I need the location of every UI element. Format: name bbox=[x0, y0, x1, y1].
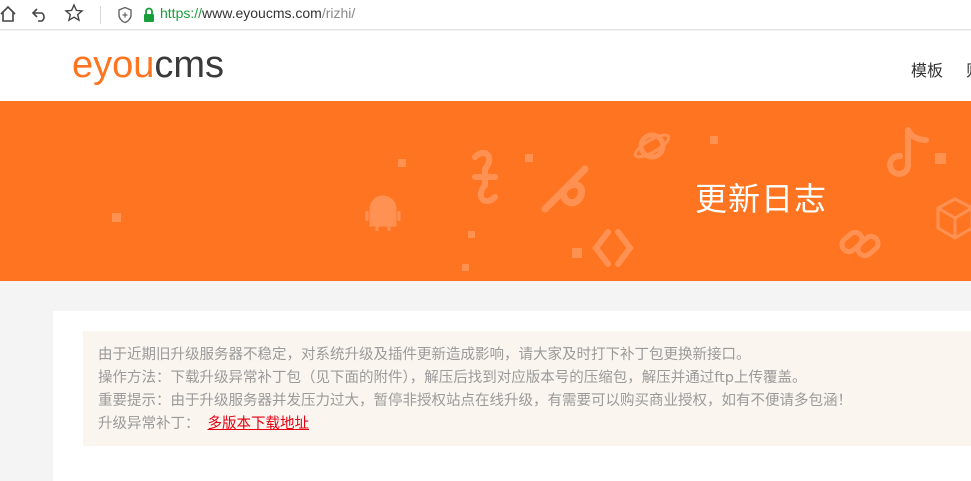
notice-line-1: 由于近期旧升级服务器不稳定，对系统升级及插件更新造成影响，请大家及时打下补丁包更… bbox=[98, 347, 751, 363]
patch-download-link[interactable]: 多版本下载地址 bbox=[208, 416, 310, 432]
decorative-square bbox=[398, 159, 406, 167]
decorative-music-note-icon bbox=[887, 127, 929, 177]
decorative-link-icon bbox=[472, 149, 498, 205]
decorative-chain-icon bbox=[839, 229, 881, 259]
address-bar-url[interactable]: https://www.eyoucms.com/rizhi/ bbox=[160, 5, 355, 21]
home-icon[interactable] bbox=[0, 4, 18, 24]
patch-label: 升级异常补丁： bbox=[98, 416, 200, 432]
browser-toolbar: https://www.eyoucms.com/rizhi/ bbox=[0, 0, 971, 30]
nav-item-clipped[interactable]: 则 bbox=[966, 57, 971, 81]
decorative-chevrons-icon bbox=[592, 229, 634, 267]
decorative-square bbox=[468, 231, 475, 238]
url-scheme: https:// bbox=[160, 5, 203, 21]
url-host: www.eyoucms.com bbox=[202, 5, 322, 21]
decorative-square bbox=[935, 153, 946, 164]
toolbar-divider bbox=[100, 6, 101, 24]
logo-part-eyou: eyou bbox=[72, 44, 155, 86]
decorative-square bbox=[710, 136, 718, 144]
eyoucms-logo[interactable]: eyoucms bbox=[72, 45, 224, 85]
notice-line-2: 操作方法：下载升级异常补丁包（见下面的附件），解压后找到对应版本号的压缩包，解压… bbox=[98, 370, 807, 386]
page-banner: 更新日志 bbox=[0, 101, 971, 281]
nav-item-template[interactable]: 模板 bbox=[911, 57, 943, 81]
site-header: eyoucms 模板 则 bbox=[0, 31, 971, 101]
decorative-square bbox=[525, 154, 533, 162]
decorative-square bbox=[112, 213, 121, 222]
decorative-square bbox=[572, 248, 582, 258]
decorative-planet-icon bbox=[633, 132, 671, 160]
decorative-square bbox=[462, 264, 469, 271]
notice-line-3: 重要提示：由于升级服务器并发压力过大，暂停非授权站点在线升级，有需要可以购买商业… bbox=[98, 393, 852, 409]
update-notice: 由于近期旧升级服务器不稳定，对系统升级及插件更新造成影响，请大家及时打下补丁包更… bbox=[83, 331, 971, 446]
decorative-cube-icon bbox=[936, 197, 971, 240]
back-icon[interactable] bbox=[30, 4, 50, 24]
notice-line-4: 升级异常补丁： 多版本下载地址 bbox=[98, 413, 971, 436]
page-title: 更新日志 bbox=[695, 180, 828, 218]
shield-icon[interactable] bbox=[115, 5, 135, 25]
decorative-android-icon bbox=[365, 195, 401, 231]
lock-icon[interactable] bbox=[139, 5, 159, 25]
decorative-infinity-icon bbox=[541, 165, 589, 213]
url-path: /rizhi/ bbox=[321, 5, 356, 21]
bookmark-star-icon[interactable] bbox=[64, 3, 84, 23]
logo-part-cms: cms bbox=[154, 44, 225, 86]
